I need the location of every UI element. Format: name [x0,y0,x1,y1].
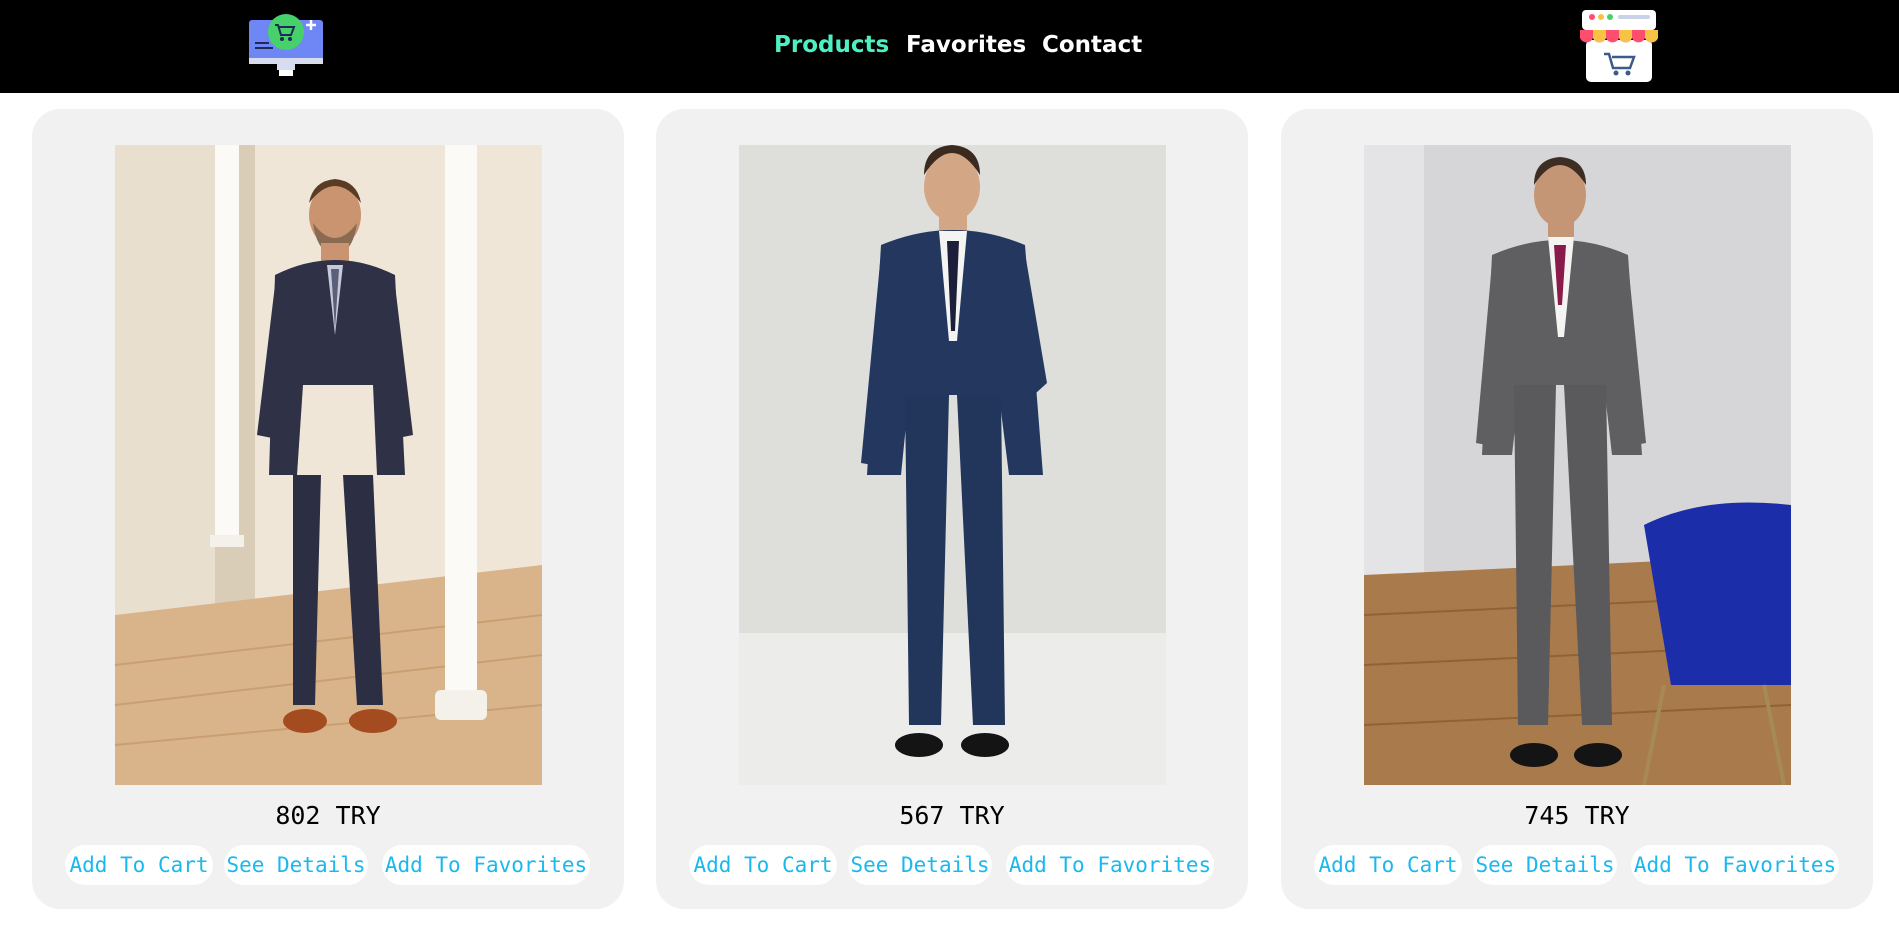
man-in-navy-three-piece-suit-photo[interactable] [739,145,1166,785]
add-to-cart-button[interactable]: Add To Cart [689,845,837,885]
nav-link-products[interactable]: Products [774,30,889,60]
product-price: 745 TRY [1524,801,1630,830]
add-to-favorites-button[interactable]: Add To Favorites [382,845,590,885]
see-details-button[interactable]: See Details [224,845,368,885]
add-to-cart-button[interactable]: Add To Cart [1314,845,1462,885]
man-in-dark-checked-three-piece-suit-photo[interactable] [115,145,542,785]
product-price: 802 TRY [275,801,381,830]
man-in-grey-three-piece-suit-photo[interactable] [1364,145,1791,785]
add-to-favorites-button[interactable]: Add To Favorites [1006,845,1214,885]
see-details-button[interactable]: See Details [848,845,992,885]
product-card: 567 TRY Add To Cart See Details Add To F… [656,109,1248,909]
add-to-favorites-button[interactable]: Add To Favorites [1631,845,1839,885]
nav-link-contact[interactable]: Contact [1042,30,1142,60]
product-card: 745 TRY Add To Cart See Details Add To F… [1281,109,1873,909]
see-details-button[interactable]: See Details [1473,845,1617,885]
nav-link-favorites[interactable]: Favorites [906,30,1026,60]
add-to-cart-button[interactable]: Add To Cart [65,845,213,885]
product-card: 802 TRY Add To Cart See Details Add To F… [32,109,624,909]
product-price: 567 TRY [899,801,1005,830]
top-navigation-bar: Products Favorites Contact [0,0,1899,93]
shop-storefront-icon[interactable] [1578,8,1660,84]
